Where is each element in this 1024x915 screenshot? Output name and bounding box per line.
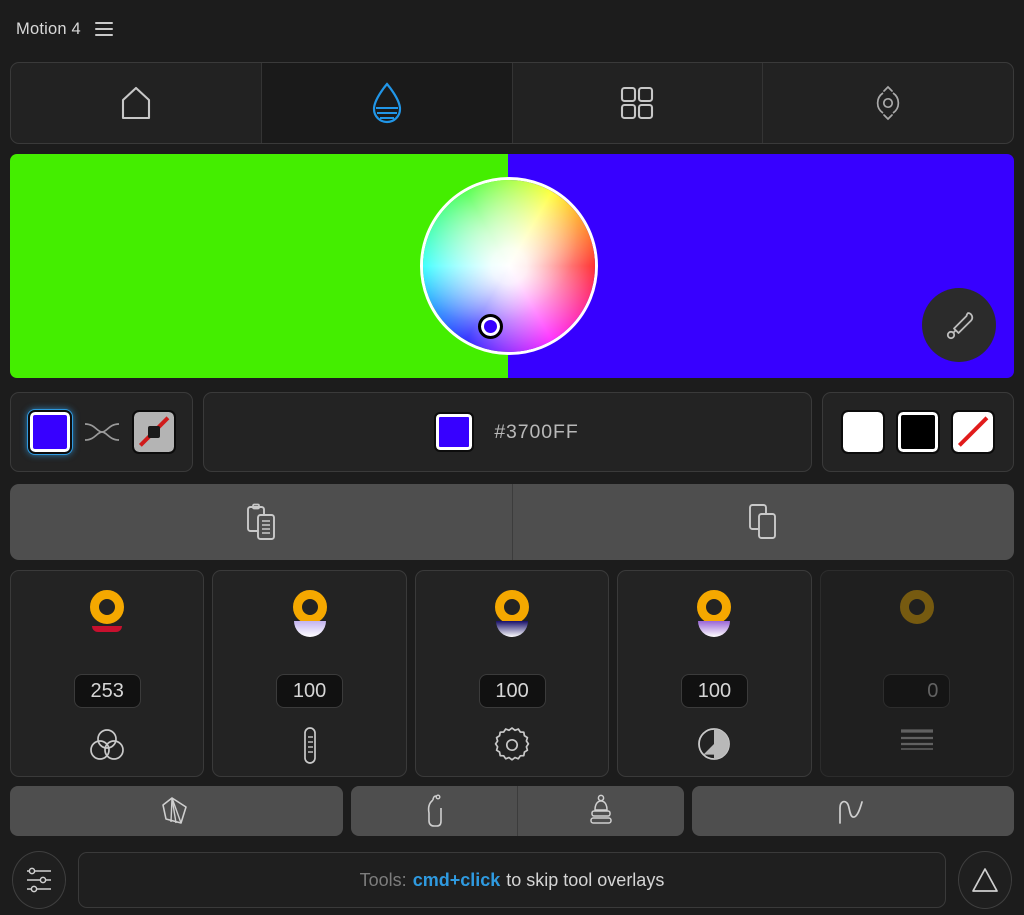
paste-icon — [244, 503, 278, 541]
status-message: Tools: cmd+click to skip tool overlays — [78, 852, 946, 908]
slider-value-opacity[interactable]: 100 — [680, 674, 748, 708]
slider-knob-opacity[interactable] — [691, 590, 737, 652]
slider-panel-blend[interactable]: 0 — [819, 570, 1015, 777]
swatch-row: #3700FF — [10, 392, 1014, 472]
hex-field[interactable]: #3700FF — [203, 392, 812, 472]
tool-group-3 — [691, 786, 1014, 836]
finger-icon — [420, 794, 448, 828]
tab-strip — [10, 62, 1014, 144]
knob-arc — [496, 621, 529, 637]
slider-knob-brightness[interactable] — [489, 590, 535, 652]
droplet-icon — [369, 81, 405, 125]
lines-icon[interactable] — [898, 726, 936, 752]
thermometer-icon[interactable] — [299, 726, 321, 766]
slider-value-saturation[interactable]: 100 — [276, 674, 344, 708]
paste-button[interactable] — [10, 484, 513, 560]
fan-icon — [159, 795, 193, 827]
preset-swatches — [822, 392, 1014, 472]
triangle-icon — [969, 865, 1001, 895]
knob-ring — [697, 590, 732, 624]
slider-knob-hue[interactable] — [84, 590, 130, 652]
active-swatch-group — [10, 392, 193, 472]
settings-button[interactable] — [12, 851, 66, 909]
clipboard-bar — [10, 484, 1014, 560]
tool-row — [10, 786, 1014, 836]
tab-transform[interactable] — [763, 63, 1013, 143]
slider-panel-opacity[interactable]: 100 — [617, 570, 812, 777]
tab-color[interactable] — [261, 63, 513, 143]
title-bar: Motion 4 — [0, 0, 1024, 58]
smudge-tool-button[interactable] — [351, 786, 518, 836]
color-wheel[interactable] — [420, 177, 598, 355]
slider-knob-blend[interactable] — [894, 590, 940, 652]
slider-value-blend[interactable]: 0 — [883, 674, 951, 708]
knob-arc — [698, 621, 731, 637]
knob-ring — [495, 590, 530, 624]
move-icon — [869, 84, 907, 122]
swap-icon[interactable] — [83, 419, 121, 445]
tool-group-1 — [10, 786, 343, 836]
no-color-swatch[interactable] — [131, 410, 176, 454]
slider-panel-hue[interactable]: 253 — [10, 570, 205, 777]
tab-home[interactable] — [11, 63, 262, 143]
color-wheel-highlight — [423, 180, 595, 352]
app-window: Motion 4 #3700FF 253 100 100 100 0 Tools… — [0, 0, 1024, 915]
eyedropper-icon — [941, 307, 977, 343]
knob-ring — [292, 590, 327, 624]
color-mix-icon[interactable] — [88, 726, 126, 762]
shape-button[interactable] — [958, 851, 1012, 909]
stamp-icon — [586, 794, 616, 828]
knob-arc — [293, 621, 326, 637]
active-color-swatch[interactable] — [27, 410, 72, 454]
no-color-center — [147, 426, 160, 438]
status-bar: Tools: cmd+click to skip tool overlays — [0, 848, 1024, 912]
stamp-tool-button[interactable] — [518, 786, 684, 836]
fan-tool-button[interactable] — [10, 786, 343, 836]
transparent-slash — [957, 416, 989, 448]
tab-grid[interactable] — [513, 63, 764, 143]
copy-icon — [746, 503, 780, 541]
slider-knob-saturation[interactable] — [287, 590, 333, 652]
copy-button[interactable] — [513, 484, 1015, 560]
contrast-icon[interactable] — [696, 726, 732, 762]
slider-value-hue[interactable]: 253 — [73, 674, 141, 708]
preset-swatch-black[interactable] — [896, 410, 940, 454]
slider-panel-saturation[interactable]: 100 — [212, 570, 407, 777]
slider-value-brightness[interactable]: 100 — [478, 674, 546, 708]
eyedropper-button[interactable] — [922, 288, 996, 362]
preset-swatch-white[interactable] — [841, 410, 885, 454]
home-icon — [119, 85, 153, 121]
curve-tool-button[interactable] — [692, 786, 1014, 836]
hamburger-icon[interactable] — [94, 22, 113, 36]
sliders-icon — [23, 865, 55, 895]
slider-panel-brightness[interactable]: 100 — [414, 570, 610, 777]
tool-group-2 — [350, 786, 684, 836]
status-label: Tools: — [359, 869, 407, 890]
curve-icon — [834, 796, 872, 826]
hex-swatch — [434, 412, 475, 452]
status-shortcut: cmd+click — [412, 869, 501, 890]
hex-value[interactable]: #3700FF — [494, 421, 578, 444]
app-title: Motion 4 — [16, 19, 81, 38]
color-wheel-cursor[interactable] — [478, 314, 503, 339]
preset-swatch-transparent[interactable] — [951, 410, 995, 454]
knob-ring — [899, 590, 934, 624]
knob-ring — [90, 590, 125, 624]
grid-icon — [620, 86, 654, 120]
slider-panels: 253 100 100 100 0 — [10, 570, 1015, 777]
knob-arc — [92, 626, 123, 632]
gear-icon[interactable] — [493, 726, 531, 764]
status-text: to skip tool overlays — [506, 869, 665, 890]
